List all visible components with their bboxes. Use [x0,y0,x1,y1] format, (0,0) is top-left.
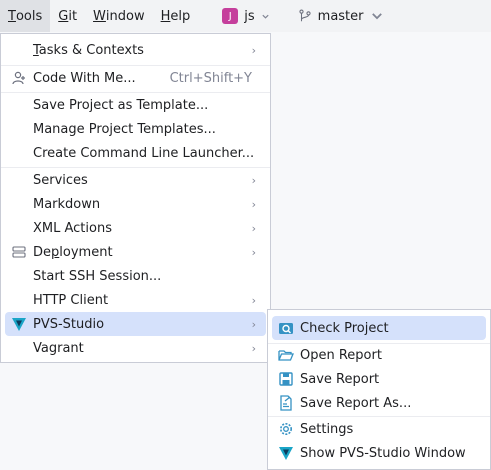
submenu-arrow-icon: › [251,43,256,57]
menu-item-code-with-me[interactable]: Code With Me... Ctrl+Shift+Y [5,66,266,90]
person-add-icon [11,70,27,86]
menu-item-xml-actions[interactable]: XML Actions › [5,216,266,240]
project-name: js [244,8,255,24]
submenu-arrow-icon: › [251,341,256,355]
menu-item-label: Show PVS-Studio Window [300,445,466,461]
menu-item-manage-project-templates[interactable]: Manage Project Templates... [5,117,266,141]
menu-item-label: Markdown [33,196,101,212]
pvs-studio-icon [11,316,27,332]
menu-item-save-report[interactable]: Save Report [272,367,486,391]
menu-item-label: Deployment [33,244,113,260]
menu-item-create-cli-launcher[interactable]: Create Command Line Launcher... [5,141,266,165]
menu-git-label: it [68,8,78,24]
menu-tools-mnemonic: T [8,8,16,24]
save-icon [278,371,294,387]
pvs-studio-submenu: Check Project Open Report Save Report Sa… [267,309,491,470]
chevron-down-icon [371,13,382,20]
chevron-down-icon [262,14,269,19]
menu-item-label: PVS-Studio [33,316,105,332]
menu-help-label: elp [170,8,191,24]
submenu-arrow-icon: › [251,197,256,211]
menu-item-label: Code With Me... [33,70,136,86]
submenu-arrow-icon: › [251,245,256,259]
menu-item-deployment[interactable]: Deployment › [5,240,266,264]
menu-item-label: Tasks & Contexts [33,42,144,58]
menu-item-label: Settings [300,421,354,437]
menu-item-label: Open Report [300,347,382,363]
submenu-arrow-icon: › [251,221,256,235]
menu-item-tasks-contexts[interactable]: Tasks & Contexts › [5,38,266,62]
menu-tools-label: ools [15,8,43,24]
menu-item-show-pvs-window[interactable]: Show PVS-Studio Window [272,441,486,465]
pvs-studio-icon [278,445,294,461]
save-as-icon [278,395,294,411]
menu-item-start-ssh-session[interactable]: Start SSH Session... [5,264,266,288]
menu-item-label: Create Command Line Launcher... [33,145,255,161]
menu-item-label: Save Report As... [300,395,412,411]
menu-item-label: Vagrant [33,340,84,356]
gear-icon [278,421,294,437]
menu-item-label: Save Project as Template... [33,97,209,113]
menu-git-mnemonic: G [58,8,69,24]
menu-item-http-client[interactable]: HTTP Client › [5,288,266,312]
menu-bar: Tools Git Window Help J js master [0,0,491,32]
tools-menu: Tasks & Contexts › Code With Me... Ctrl+… [0,33,271,363]
menu-item-vagrant[interactable]: Vagrant › [5,336,266,360]
menu-item-save-project-template[interactable]: Save Project as Template... [5,93,266,117]
submenu-arrow-icon: › [251,293,256,307]
menu-item-pvs-studio[interactable]: PVS-Studio › [5,312,266,336]
branch-selector[interactable]: master [292,0,390,32]
menu-item-save-report-as[interactable]: Save Report As... [272,391,486,415]
submenu-arrow-icon: › [251,317,256,331]
menu-help[interactable]: Help [153,0,199,32]
menu-git[interactable]: Git [50,0,85,32]
menu-item-label: Start SSH Session... [33,268,162,284]
menu-item-label: Services [33,172,88,188]
menu-item-settings[interactable]: Settings [272,417,486,441]
menu-window-label: indow [105,8,145,24]
menu-item-open-report[interactable]: Open Report [272,343,486,367]
check-project-icon [278,320,294,336]
menu-tools[interactable]: Tools [0,0,51,32]
shortcut-text: Ctrl+Shift+Y [169,70,252,86]
menu-help-mnemonic: H [160,8,171,24]
submenu-arrow-icon: › [251,173,256,187]
project-selector[interactable]: J js [216,0,275,32]
menu-item-services[interactable]: Services › [5,168,266,192]
menu-item-label: Save Report [300,371,380,387]
project-badge: J [222,8,239,24]
menu-item-check-project[interactable]: Check Project [272,316,486,340]
menu-item-label: XML Actions [33,220,112,236]
menu-item-markdown[interactable]: Markdown › [5,192,266,216]
branch-name: master [317,8,364,24]
menu-item-label: HTTP Client [33,292,109,308]
branch-icon [299,9,311,22]
menu-window[interactable]: Window [85,0,153,32]
folder-open-icon [278,347,294,363]
server-icon [11,244,27,260]
menu-window-mnemonic: W [93,8,106,24]
menu-item-label: Manage Project Templates... [33,121,216,137]
menu-item-label: Check Project [300,320,389,336]
